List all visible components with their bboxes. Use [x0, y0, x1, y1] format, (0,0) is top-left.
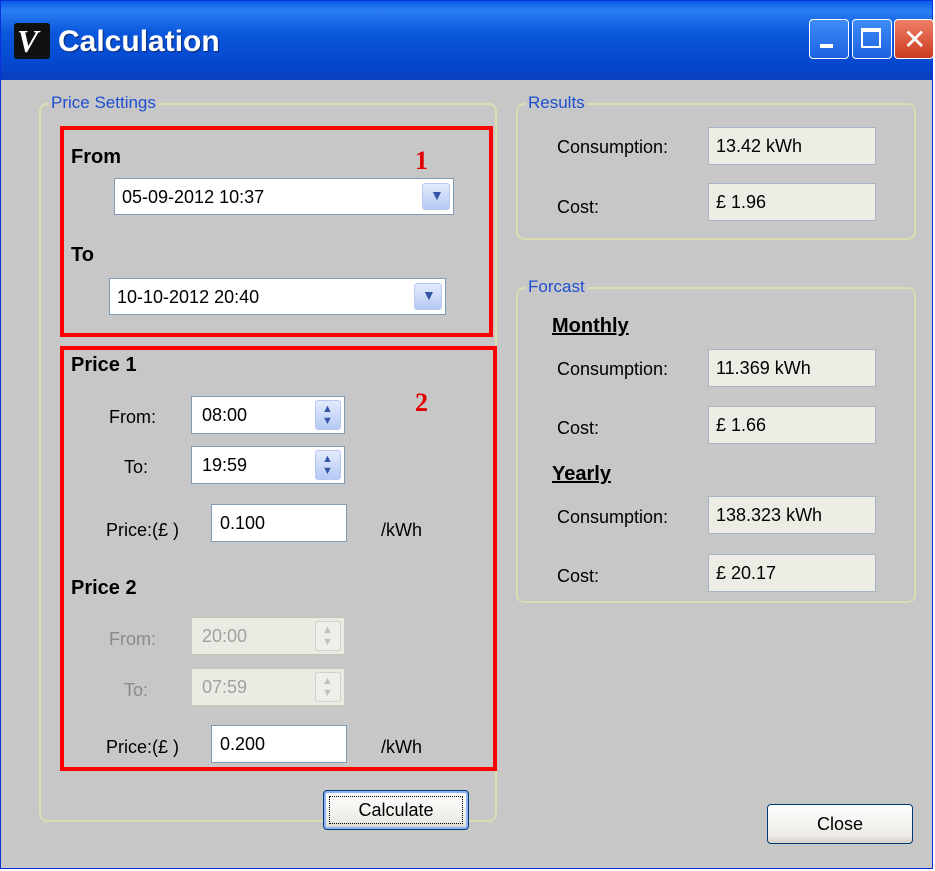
calculate-button[interactable]: Calculate — [323, 790, 469, 830]
results-consumption-label: Consumption: — [557, 137, 669, 157]
results-cost-value: £ 1.96 — [708, 183, 876, 221]
minimize-button[interactable] — [809, 19, 849, 59]
annotation-box-2 — [60, 346, 497, 771]
monthly-consumption-value: 11.369 kWh — [708, 349, 876, 387]
minimize-icon — [820, 44, 833, 48]
close-icon: ✕ — [903, 23, 927, 56]
monthly-consumption-label: Consumption: — [557, 359, 669, 379]
title-bar[interactable]: V Calculation ✕ — [1, 1, 934, 80]
forecast-legend: Forcast — [526, 277, 587, 297]
yearly-cost-label: Cost: — [557, 566, 600, 586]
yearly-cost-value: £ 20.17 — [708, 554, 876, 592]
maximize-button[interactable] — [852, 19, 892, 59]
annotation-marker-1: 1 — [415, 146, 428, 175]
yearly-consumption-label: Consumption: — [557, 507, 669, 527]
yearly-heading: Yearly — [552, 463, 611, 485]
calculation-window: V Calculation ✕ Price Settings From 05-0… — [0, 0, 934, 869]
close-window-button[interactable]: ✕ — [894, 19, 934, 59]
results-cost-label: Cost: — [557, 197, 600, 217]
results-legend: Results — [526, 93, 587, 113]
close-button[interactable]: Close — [767, 804, 913, 844]
annotation-marker-2: 2 — [415, 388, 428, 417]
yearly-consumption-value: 138.323 kWh — [708, 496, 876, 534]
price-settings-legend: Price Settings — [49, 93, 158, 113]
monthly-heading: Monthly — [552, 315, 629, 337]
maximize-icon — [861, 28, 881, 48]
monthly-cost-label: Cost: — [557, 418, 600, 438]
window-title: Calculation — [58, 25, 220, 58]
app-logo-icon: V — [14, 23, 50, 59]
results-consumption-value: 13.42 kWh — [708, 127, 876, 165]
annotation-box-1 — [60, 126, 493, 337]
monthly-cost-value: £ 1.66 — [708, 406, 876, 444]
